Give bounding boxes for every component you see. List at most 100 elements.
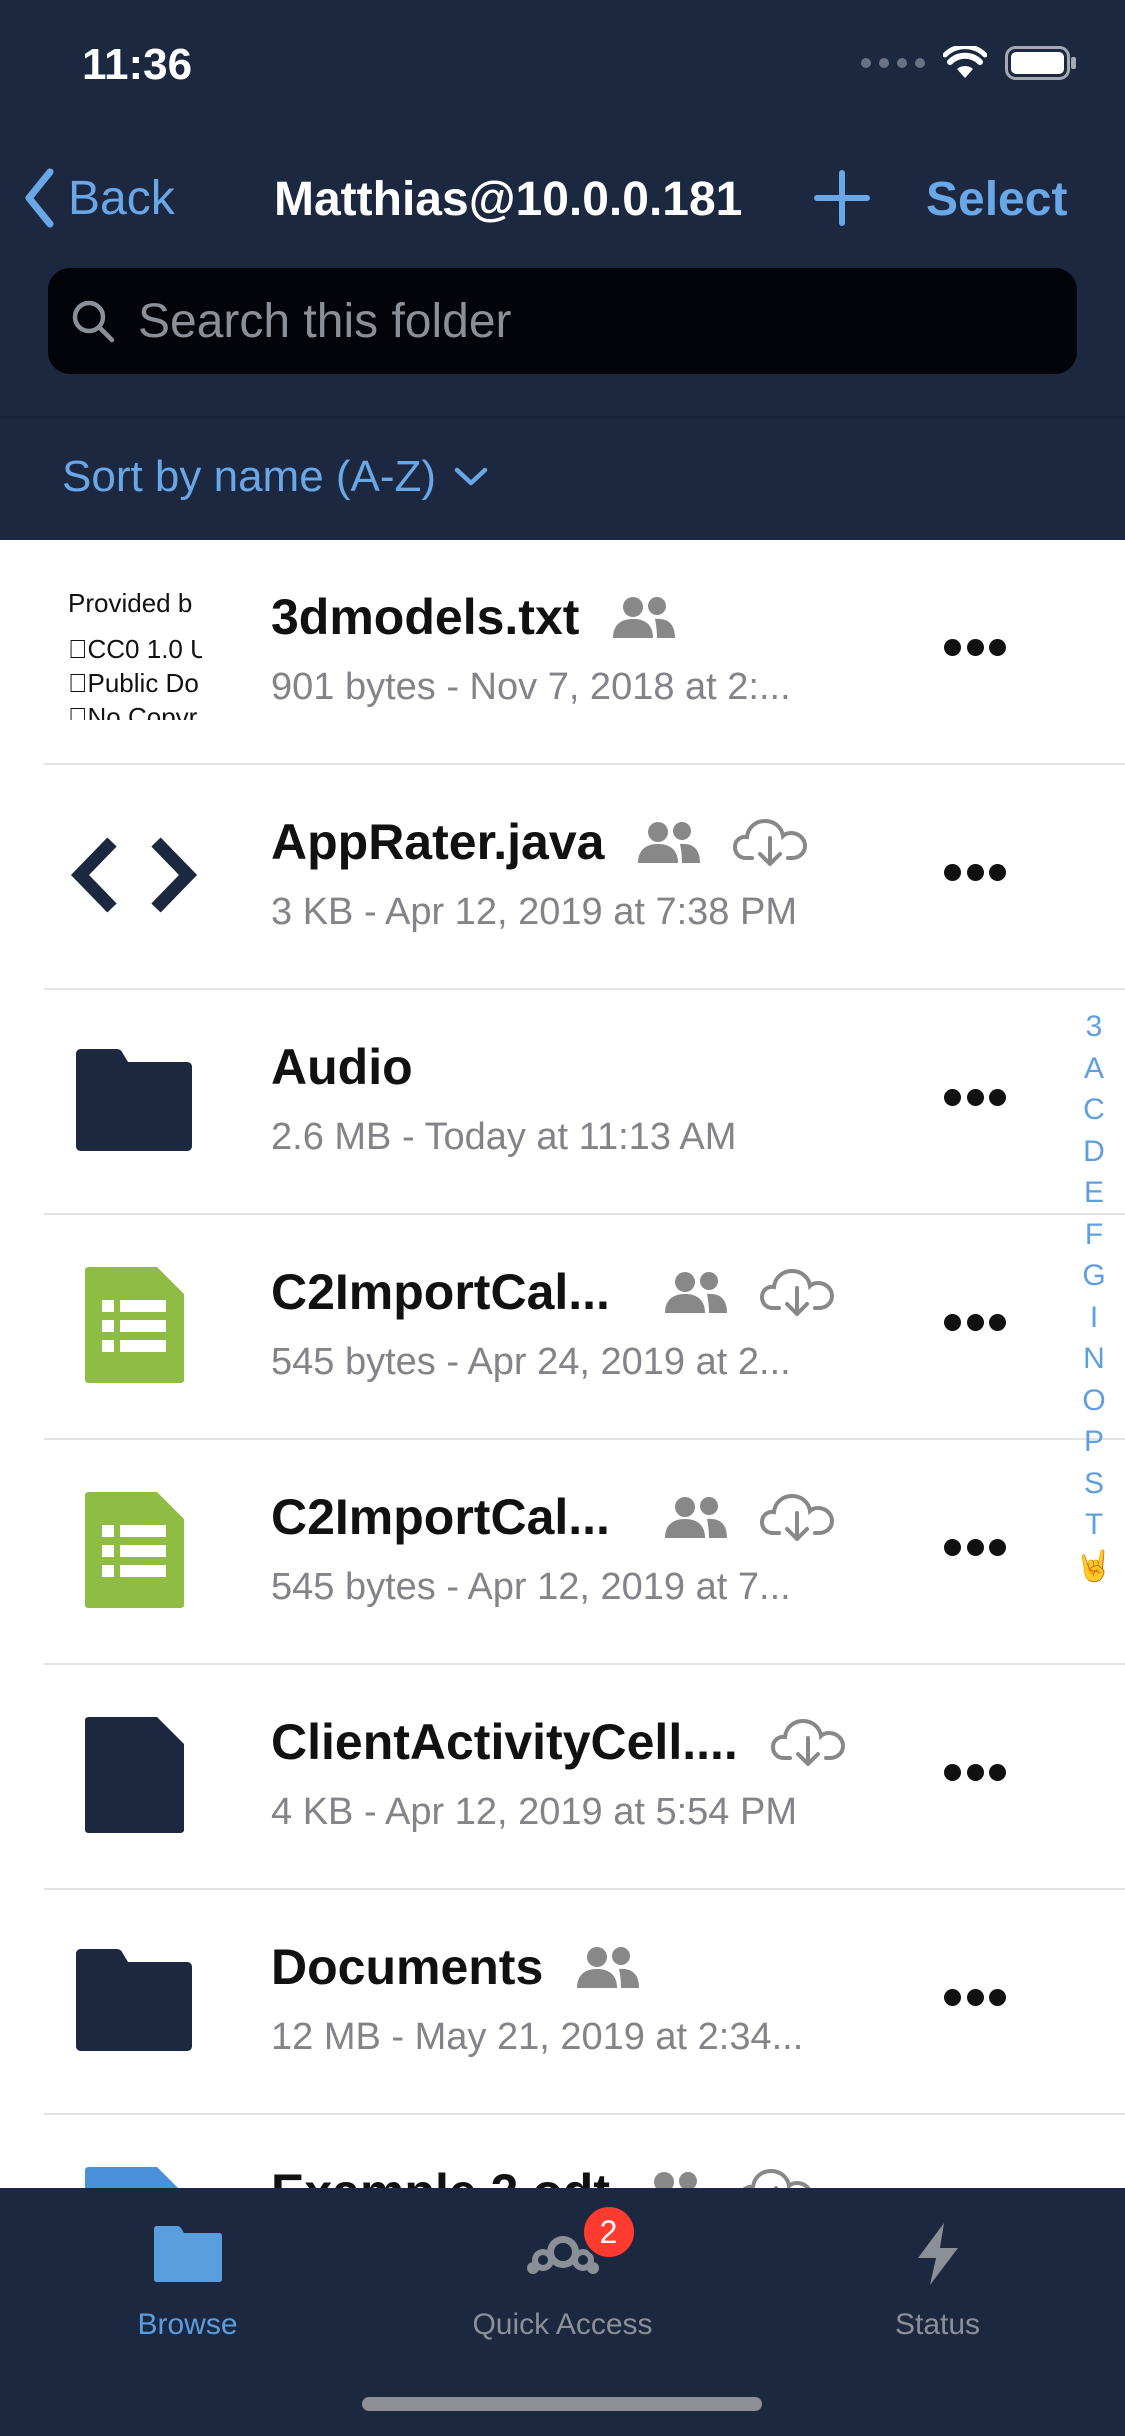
status-icons: [861, 46, 1077, 80]
list-item[interactable]: Example 2.odt: [0, 2115, 1125, 2188]
tab-status[interactable]: Status: [750, 2188, 1125, 2378]
navigation-bar: Back Matthias@10.0.0.181 Select: [0, 150, 1125, 250]
cloud-download-icon: [759, 1268, 835, 1316]
file-name-label: 3dmodels.txt: [271, 589, 580, 645]
text-preview-thumbnail: Provided b  CC0 1.0 U  Public Do  No Cop…: [68, 586, 202, 720]
file-name: Documents: [271, 1938, 643, 1996]
file-name: ClientActivityCell....: [271, 1713, 846, 1771]
chevron-left-icon: [25, 168, 54, 228]
file-meta: 3 KB - Apr 12, 2019 at 7:38 PM: [271, 891, 797, 933]
status-time: 11:36: [82, 40, 193, 89]
section-index-bar[interactable]: 3 A C D E F G I N O P S T 🤘: [1075, 1006, 1112, 1588]
home-indicator[interactable]: [362, 2397, 762, 2411]
shared-icon: [665, 1272, 727, 1313]
more-button[interactable]: [944, 634, 1006, 660]
index-letter[interactable]: N: [1083, 1338, 1105, 1380]
preview-line:  No Copyr: [68, 702, 198, 720]
file-name-label: AppRater.java: [271, 814, 605, 870]
file-list: Provided b  CC0 1.0 U  Public Do  No Cop…: [0, 540, 1125, 2188]
list-item[interactable]: C2ImportCal... 545 bytes - Apr 24, 2019 …: [0, 1215, 1125, 1440]
index-letter[interactable]: C: [1083, 1089, 1105, 1131]
file-name: Audio: [271, 1038, 413, 1096]
add-button[interactable]: [812, 168, 872, 228]
index-letter[interactable]: O: [1082, 1380, 1105, 1422]
more-button[interactable]: [944, 1984, 1006, 2010]
file-meta: 2.6 MB - Today at 11:13 AM: [271, 1116, 737, 1158]
search-input[interactable]: [138, 293, 1038, 349]
code-icon: [64, 805, 204, 945]
chevron-down-icon: [454, 467, 488, 486]
file-name: C2ImportCal...: [271, 1263, 835, 1321]
file-name-label: Example 2.odt: [271, 2163, 610, 2188]
tab-browse[interactable]: Browse: [0, 2188, 375, 2378]
list-item[interactable]: C2ImportCal... 545 bytes - Apr 12, 2019 …: [0, 1440, 1125, 1665]
list-item[interactable]: ClientActivityCell.... 4 KB - Apr 12, 20…: [0, 1665, 1125, 1890]
tab-bar: Browse 2 Quick Access Status: [0, 2188, 1125, 2436]
cellular-signal-icon: [861, 58, 925, 68]
file-meta: 545 bytes - Apr 12, 2019 at 7...: [271, 1566, 791, 1608]
cloud-download-icon: [742, 2168, 811, 2188]
file-meta: 545 bytes - Apr 24, 2019 at 2...: [271, 1341, 791, 1383]
list-item[interactable]: AppRater.java 3 KB - Apr 12, 2019 at 7:3…: [0, 765, 1125, 990]
notification-badge: 2: [580, 2204, 637, 2260]
page-title: Matthias@10.0.0.181: [274, 173, 743, 226]
more-button[interactable]: [944, 1309, 1006, 1335]
sort-label: Sort by name (A-Z): [62, 452, 437, 501]
more-button[interactable]: [944, 1759, 1006, 1785]
sort-button[interactable]: Sort by name (A-Z): [62, 452, 488, 502]
file-name: Example 2.odt: [271, 2163, 814, 2188]
more-button[interactable]: [944, 859, 1006, 885]
back-button[interactable]: Back: [24, 168, 175, 228]
shared-icon: [665, 1497, 727, 1538]
index-letter[interactable]: G: [1082, 1255, 1105, 1297]
wifi-icon: [943, 46, 987, 78]
file-name: AppRater.java: [271, 813, 808, 871]
bolt-icon: [914, 2214, 962, 2294]
index-letter[interactable]: A: [1084, 1048, 1104, 1090]
folder-icon: [153, 2214, 223, 2294]
file-meta: 901 bytes - Nov 7, 2018 at 2:...: [271, 666, 791, 708]
more-button[interactable]: [944, 1534, 1006, 1560]
file-name-label: C2ImportCal...: [271, 1264, 610, 1320]
index-letter[interactable]: T: [1085, 1504, 1103, 1546]
index-letter[interactable]: D: [1083, 1131, 1105, 1173]
cloud-icon: 2: [525, 2204, 637, 2294]
list-item[interactable]: Documents 12 MB - May 21, 2019 at 2:34..…: [0, 1890, 1125, 2115]
select-button[interactable]: Select: [926, 172, 1067, 227]
index-letter[interactable]: F: [1085, 1214, 1103, 1256]
more-button[interactable]: [944, 1084, 1006, 1110]
plus-icon: [814, 170, 870, 226]
cloud-download-icon: [733, 818, 808, 866]
shared-icon: [654, 2172, 697, 2188]
shared-icon: [638, 822, 701, 863]
folder-icon: [64, 1930, 204, 2070]
index-letter[interactable]: E: [1084, 1172, 1104, 1214]
index-letter[interactable]: S: [1084, 1463, 1104, 1505]
shared-icon: [613, 597, 676, 638]
file-name-label: ClientActivityCell....: [271, 1714, 738, 1770]
spreadsheet-icon: [64, 1255, 204, 1395]
file-meta: 4 KB - Apr 12, 2019 at 5:54 PM: [271, 1791, 797, 1833]
file-meta: 12 MB - May 21, 2019 at 2:34...: [271, 2016, 804, 2058]
battery-icon: [1005, 46, 1076, 80]
search-icon: [72, 300, 115, 343]
index-letter[interactable]: P: [1084, 1421, 1104, 1463]
spreadsheet-icon: [64, 1480, 204, 1620]
text-document-icon: [64, 2155, 204, 2188]
file-name-label: Documents: [271, 1939, 544, 1995]
document-icon: [64, 1705, 204, 1845]
index-letter[interactable]: 3: [1086, 1006, 1103, 1048]
back-label: Back: [68, 171, 175, 225]
list-item[interactable]: Provided b  CC0 1.0 U  Public Do  No Cop…: [0, 540, 1125, 765]
header-divider: [0, 416, 1125, 418]
preview-line: [68, 620, 202, 632]
list-item[interactable]: Audio 2.6 MB - Today at 11:13 AM: [0, 990, 1125, 1215]
preview-line: Provided b: [68, 588, 193, 618]
preview-line:  CC0 1.0 U: [68, 634, 202, 664]
file-name: C2ImportCal...: [271, 1488, 835, 1546]
index-emoji[interactable]: 🤘: [1075, 1546, 1112, 1588]
preview-line:  Public Do: [68, 668, 199, 698]
index-letter[interactable]: I: [1090, 1297, 1098, 1339]
tab-quick-access[interactable]: 2 Quick Access: [375, 2188, 750, 2378]
shared-icon: [577, 1947, 640, 1988]
